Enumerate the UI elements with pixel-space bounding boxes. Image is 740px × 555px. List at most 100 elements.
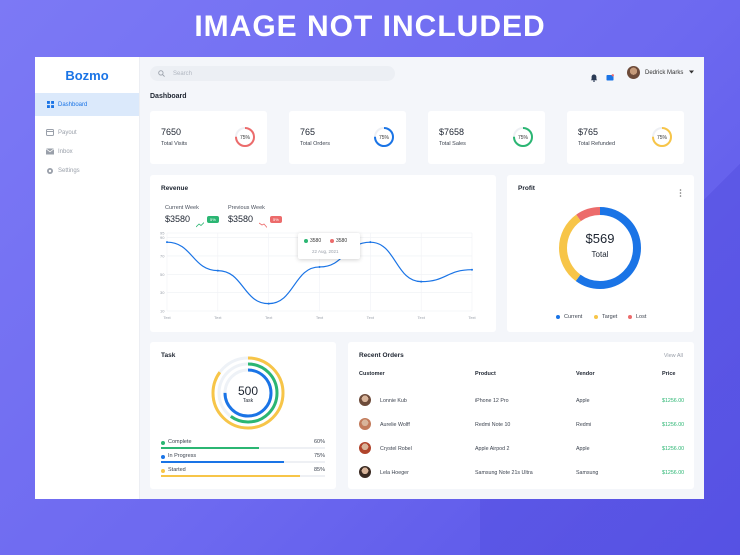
table-row[interactable]: Lela Hoeger Samsung Note 21s Ultra Samsung…: [348, 466, 694, 482]
stat-card-orders: 765 Total Orders 75%: [289, 111, 406, 164]
legend-dot: [556, 315, 560, 319]
product-name: Redmi Note 10: [475, 422, 511, 428]
sidebar-item-payout[interactable]: Payout: [35, 123, 139, 142]
message-icon[interactable]: [606, 69, 614, 81]
x-tick-label: Text: [316, 315, 324, 320]
data-point: [420, 280, 423, 283]
search-icon: [158, 70, 165, 77]
price: $1256.00: [662, 446, 685, 452]
x-tick-label: Text: [265, 315, 273, 320]
x-tick-label: Text: [417, 315, 425, 320]
ring-label: 75%: [240, 135, 251, 141]
y-tick-label: 10: [160, 309, 165, 314]
product-name: Samsung Note 21s Ultra: [475, 470, 533, 476]
top-bar: Search Dedrick Marks: [140, 57, 704, 89]
avatar: [359, 394, 371, 406]
stat-label: Total Visits: [161, 141, 188, 147]
table-row[interactable]: Crystel Robel Apple Airpod 2 Apple $1256.00: [348, 442, 694, 458]
tooltip-dot: [330, 239, 334, 243]
x-tick-label: Text: [468, 315, 476, 320]
sidebar-item-inbox[interactable]: Inbox: [35, 142, 139, 161]
task-value: 60%: [313, 439, 325, 445]
y-tick-label: 50: [160, 272, 165, 277]
data-point: [166, 241, 168, 244]
logo: Bozmo: [65, 67, 109, 83]
column-header: Price: [662, 371, 676, 377]
customer-name: Lonnie Kub: [380, 398, 407, 404]
gear-icon: [46, 167, 54, 175]
y-tick-label: 70: [160, 253, 165, 258]
x-tick-label: Text: [367, 315, 375, 320]
task-value: 85%: [313, 467, 325, 473]
data-point: [267, 302, 270, 305]
task-total-label: Task: [242, 398, 254, 404]
table-row[interactable]: Lonnie Kub iPhone 12 Pro Apple $1256.00: [348, 394, 694, 410]
avatar: [359, 442, 371, 454]
task-label: In Progress: [168, 453, 197, 459]
progress-track: [161, 447, 325, 449]
revenue-card: Revenue Current Week $3580 5% Previous W…: [150, 175, 496, 332]
price: $1256.00: [662, 422, 685, 428]
profit-donut-chart: [559, 207, 641, 289]
table-row[interactable]: Aurelie Wolff Redmi Note 10 Redmi $1256.00: [348, 418, 694, 434]
price: $1256.00: [662, 398, 685, 404]
card-title: Recent Orders: [359, 352, 404, 359]
product-name: Apple Airpod 2: [475, 446, 510, 452]
sidebar-item-label: Settings: [58, 167, 80, 174]
tooltip-value-b: 3580: [336, 238, 348, 244]
task-dot: [161, 455, 165, 459]
stat-card-sales: $7658 Total Sales 75%: [428, 111, 545, 164]
profit-amount-label: Total: [591, 250, 609, 259]
stat-label: Total Sales: [439, 141, 466, 147]
task-dot: [161, 441, 165, 445]
legend-label: Target: [602, 314, 618, 320]
x-tick-label: Text: [163, 315, 171, 320]
stat-value: $765: [578, 127, 599, 137]
bell-icon[interactable]: [590, 69, 598, 82]
sidebar-item-label: Inbox: [58, 148, 73, 155]
ring-label: 75%: [379, 135, 390, 141]
legend-item-current: Current: [556, 314, 582, 320]
legend-item-target: Target: [594, 314, 617, 320]
sidebar-item-dashboard[interactable]: Dashboard: [35, 93, 139, 116]
stat-value: $7658: [439, 127, 465, 137]
y-tick-label: 95: [160, 231, 165, 236]
page-title: Dashboard: [150, 93, 187, 100]
avatar: [627, 66, 640, 79]
progress-fill: [161, 461, 284, 463]
search-placeholder: Search: [173, 70, 193, 77]
customer-name: Aurelie Wolff: [380, 422, 410, 428]
stat-card-visits: 7650 Total Visits 75%: [150, 111, 267, 164]
sidebar-item-label: Dashboard: [58, 101, 88, 108]
legend-label: Current: [564, 314, 583, 320]
legend-dot: [628, 315, 632, 319]
column-header: Product: [475, 371, 496, 377]
task-row: Started 85%: [150, 467, 336, 483]
card-title: Profit: [518, 185, 535, 192]
card-icon: [46, 129, 54, 137]
recent-orders-card: Recent Orders View All Customer Product …: [348, 342, 694, 489]
search-input[interactable]: Search: [150, 66, 395, 81]
data-point: [369, 241, 372, 244]
view-all-link[interactable]: View All: [664, 353, 683, 359]
progress-ring: 75%: [374, 127, 394, 147]
data-point: [471, 268, 473, 271]
tooltip-date: 22 Aug, 2021: [312, 249, 339, 254]
more-options-icon[interactable]: [679, 184, 682, 202]
sidebar-item-settings[interactable]: Settings: [35, 161, 139, 180]
sidebar-nav: Dashboard Payout Inbox Settings: [35, 93, 139, 180]
sidebar: Bozmo Dashboard Payout Inbox Settings: [35, 57, 140, 499]
vendor-name: Samsung: [576, 470, 599, 476]
vendor-name: Apple: [576, 398, 590, 404]
tooltip-value-a: 3580: [310, 238, 322, 244]
progress-ring: 75%: [235, 127, 255, 147]
stat-label: Total Refunded: [578, 141, 615, 147]
task-total: 500: [237, 384, 259, 398]
customer-name: Lela Hoeger: [380, 470, 409, 476]
user-menu[interactable]: Dedrick Marks: [627, 66, 695, 79]
stat-value: 765: [300, 127, 316, 137]
profit-card: Profit $569 Total Current Target Lost: [507, 175, 694, 332]
column-header: Vendor: [576, 371, 595, 377]
progress-track: [161, 461, 325, 463]
stat-card-refunded: $765 Total Refunded 75%: [567, 111, 684, 164]
